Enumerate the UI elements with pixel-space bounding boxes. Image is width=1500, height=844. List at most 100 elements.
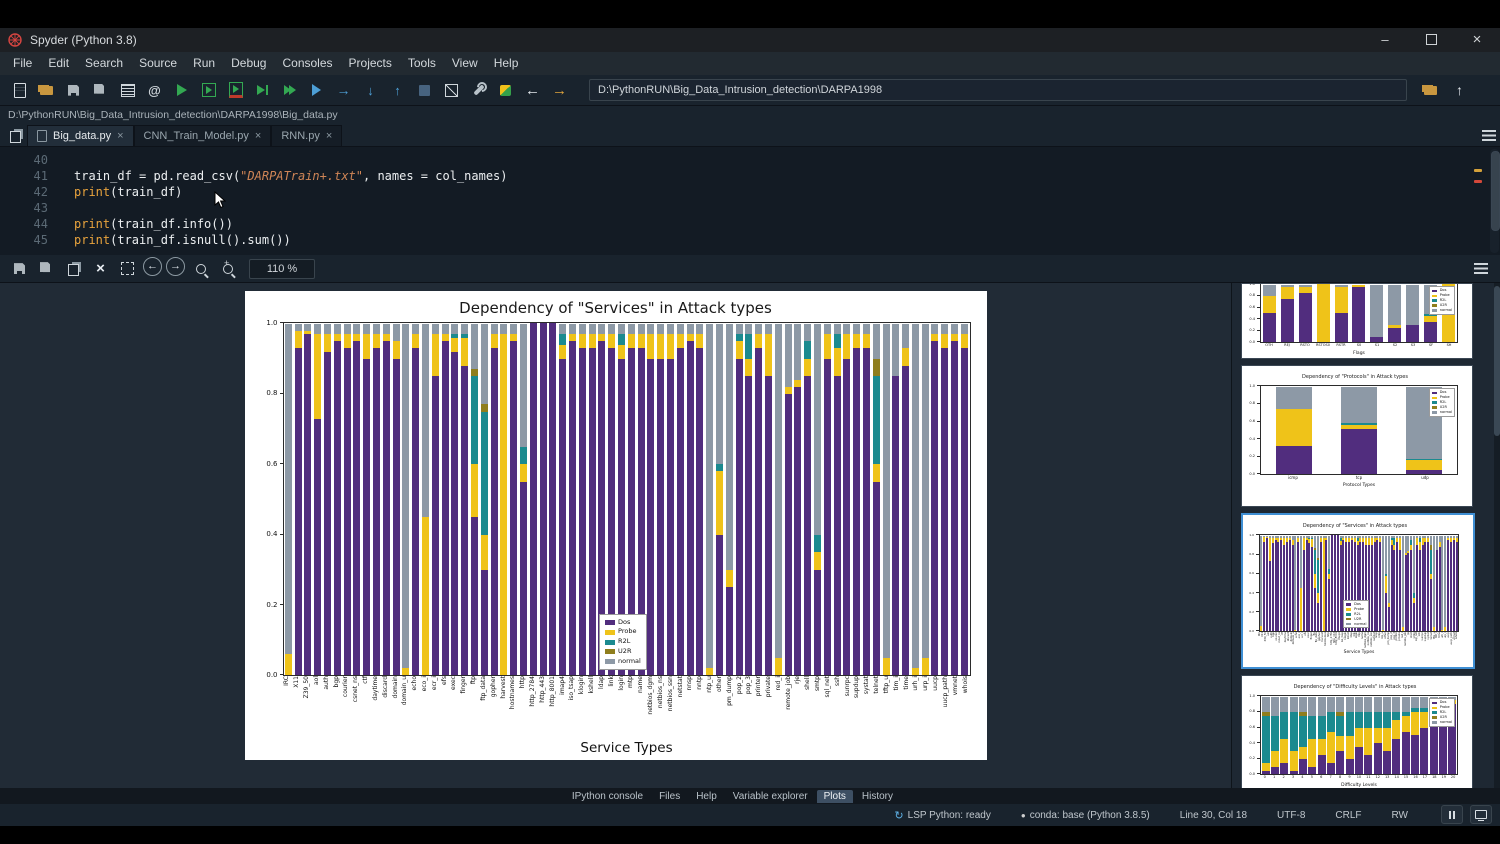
save-all-plots-icon[interactable] — [35, 257, 58, 280]
parent-directory-icon[interactable] — [1448, 79, 1471, 102]
browse-tabs-icon[interactable] — [4, 126, 27, 146]
step-return-icon[interactable] — [386, 79, 409, 102]
zoom-level[interactable]: 110 % — [249, 259, 315, 279]
close-tab-icon[interactable]: × — [117, 130, 123, 142]
tab-cnn-train-model-py[interactable]: CNN_Train_Model.py × — [134, 125, 272, 146]
bar-column — [813, 323, 823, 675]
x-tick-label: efs — [442, 676, 448, 685]
x-tick-label: 0 — [1264, 775, 1266, 780]
step-into-icon[interactable] — [359, 79, 382, 102]
tab-big-data-py[interactable]: Big_data.py × — [27, 125, 134, 146]
minimize-button[interactable]: – — [1362, 28, 1408, 52]
menu-file[interactable]: File — [6, 53, 39, 73]
x-tick-label: http_443 — [540, 676, 546, 703]
close-tab-icon[interactable]: × — [326, 130, 332, 142]
y-tick-label: 0.6 — [250, 461, 278, 468]
menu-tools[interactable]: Tools — [401, 53, 443, 73]
x-tick-label: csnet_ns — [353, 676, 359, 702]
bar-column — [842, 323, 852, 675]
open-working-directory-icon[interactable] — [1419, 79, 1442, 102]
copy-plot-icon[interactable] — [62, 257, 85, 280]
menu-edit[interactable]: Edit — [41, 53, 76, 73]
tab-help[interactable]: Help — [689, 790, 724, 803]
close-tab-icon[interactable]: × — [255, 130, 261, 142]
remove-plot-icon[interactable] — [89, 257, 112, 280]
menu-run[interactable]: Run — [186, 53, 222, 73]
chart-title: Dependency of "Services" in Attack types — [249, 299, 983, 317]
tab-rnn-py[interactable]: RNN.py × — [271, 125, 342, 146]
x-tick-label: OTH — [1265, 343, 1273, 348]
save-file-icon[interactable] — [62, 79, 85, 102]
thumbnails-scrollbar[interactable] — [1494, 283, 1500, 788]
x-tick-label: IRC — [284, 676, 290, 686]
stop-icon[interactable] — [413, 79, 436, 102]
python-environment-icon[interactable] — [494, 79, 517, 102]
bottom-pane-tabs: IPython console Files Help Variable expl… — [0, 788, 1500, 804]
working-directory-input[interactable]: D:\PythonRUN\Big_Data_Intrusion_detectio… — [589, 79, 1407, 101]
menu-help[interactable]: Help — [487, 53, 526, 73]
tab-plots[interactable]: Plots — [817, 790, 853, 803]
previous-plot-icon[interactable] — [143, 257, 162, 276]
menu-search[interactable]: Search — [78, 53, 130, 73]
tab-history[interactable]: History — [855, 790, 900, 803]
find-symbols-icon[interactable] — [143, 79, 166, 102]
next-plot-icon[interactable] — [166, 257, 185, 276]
panes-layout-icon[interactable] — [116, 79, 139, 102]
thumbnail-services[interactable]: Dependency of "Services" in Attack types… — [1241, 513, 1475, 669]
x-tick-label: pop_2 — [737, 676, 743, 694]
tab-variable-explorer[interactable]: Variable explorer — [726, 790, 815, 803]
maximize-pane-icon[interactable] — [440, 79, 463, 102]
code-editor[interactable]: 4041train_df = pd.read_csv("DARPATrain+.… — [0, 147, 1500, 255]
tab-ipython-console[interactable]: IPython console — [565, 790, 650, 803]
fit-plot-icon[interactable] — [116, 257, 139, 280]
menu-view[interactable]: View — [445, 53, 485, 73]
thumbnail-difficulty[interactable]: Dependency of "Difficulty Levels" in Att… — [1241, 675, 1473, 788]
menu-projects[interactable]: Projects — [342, 53, 399, 73]
x-tick-label: 1 — [1273, 775, 1275, 780]
monitor-icon[interactable] — [1470, 805, 1492, 824]
new-file-icon[interactable] — [8, 79, 31, 102]
bar-column — [1345, 696, 1354, 774]
legend-swatch — [1432, 707, 1437, 710]
menu-source[interactable]: Source — [132, 53, 184, 73]
legend-swatch — [605, 649, 615, 654]
previous-cursor-position-icon[interactable] — [521, 79, 544, 102]
run-cell-advance-icon[interactable] — [224, 79, 247, 102]
editor-options-icon[interactable] — [1477, 126, 1500, 146]
rerun-cell-icon[interactable] — [278, 79, 301, 102]
save-all-icon[interactable] — [89, 79, 112, 102]
next-cursor-position-icon[interactable] — [548, 79, 571, 102]
tab-files[interactable]: Files — [652, 790, 687, 803]
menu-consoles[interactable]: Consoles — [275, 53, 339, 73]
zoom-out-icon[interactable] — [189, 257, 212, 280]
thumbnail-flags[interactable]: Dependency of "Flags" in Attack types0.0… — [1241, 283, 1473, 359]
run-selection-icon[interactable] — [251, 79, 274, 102]
legend-swatch — [1432, 290, 1437, 293]
save-plot-icon[interactable] — [8, 257, 31, 280]
step-over-icon[interactable] — [332, 79, 355, 102]
y-tick-label: 1.0 — [1248, 534, 1254, 537]
thumbnail-protocols[interactable]: Dependency of "Protocols" in Attack type… — [1241, 365, 1473, 507]
y-tick-label: 0.8 — [250, 390, 278, 397]
line-number: 44 — [0, 216, 62, 232]
y-tick-label: 0.6 — [1247, 420, 1255, 424]
preferences-icon[interactable] — [467, 79, 490, 102]
open-file-icon[interactable] — [35, 79, 58, 102]
run-file-icon[interactable] — [170, 79, 193, 102]
menu-debug[interactable]: Debug — [224, 53, 273, 73]
bar-column — [1332, 284, 1350, 342]
x-tick-label: remote_job — [786, 676, 792, 710]
maximize-button[interactable] — [1408, 28, 1454, 52]
chart-title: Dependency of "Difficulty Levels" in Att… — [1246, 684, 1464, 690]
debug-file-icon[interactable] — [305, 79, 328, 102]
x-tick-label: 16 — [1413, 775, 1417, 780]
close-button[interactable]: × — [1454, 28, 1500, 52]
editor-scrollbar[interactable] — [1490, 149, 1499, 253]
bar-column — [1326, 696, 1335, 774]
legend-swatch — [1432, 721, 1437, 724]
plots-options-icon[interactable] — [1469, 257, 1492, 280]
zoom-in-icon[interactable]: + — [216, 257, 239, 280]
bar-column — [548, 323, 558, 675]
run-cell-icon[interactable] — [197, 79, 220, 102]
pause-icon[interactable] — [1441, 805, 1463, 824]
